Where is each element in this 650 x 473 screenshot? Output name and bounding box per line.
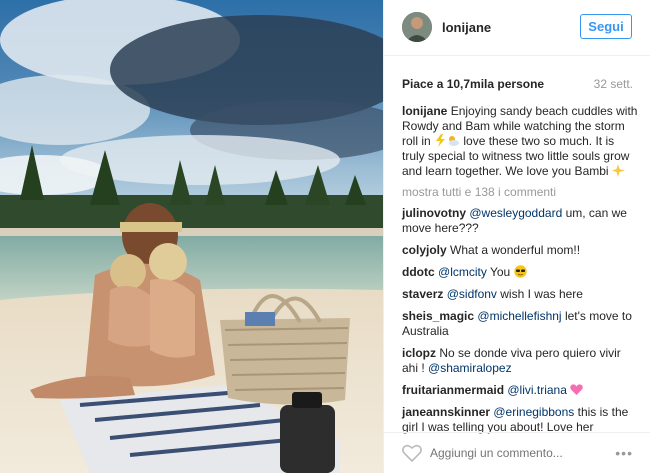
comment-user[interactable]: sheis_magic — [402, 309, 474, 323]
comment-mention[interactable]: @shamiralopez — [428, 361, 512, 375]
comment-text: You — [489, 265, 511, 279]
pink-heart-emoji-icon — [570, 384, 583, 395]
comment-item: julinovotny @wesleygoddard um, can we mo… — [402, 206, 638, 236]
sparkles-emoji-icon — [611, 164, 625, 177]
lightning-emoji-icon — [436, 134, 446, 147]
comment-item: iclopz No se donde viva pero quiero vivi… — [402, 346, 638, 376]
comment-user[interactable]: iclopz — [402, 346, 436, 360]
comment-mention[interactable]: @sidfonv — [447, 287, 497, 301]
comment-user[interactable]: julinovotny — [402, 206, 466, 220]
post-caption: lonijane Enjoying sandy beach cuddles wi… — [402, 104, 638, 179]
avatar[interactable] — [402, 12, 432, 42]
comment-user[interactable]: colyjoly — [402, 243, 447, 257]
comment-text: wish I was here — [500, 287, 583, 301]
comment-item: sheis_magic @michellefishnj let's move t… — [402, 309, 638, 339]
comment-item: ddotc @lcmcity You — [402, 265, 638, 280]
comment-mention[interactable]: @wesleygoddard — [469, 206, 562, 220]
more-options-icon[interactable]: ••• — [615, 445, 633, 461]
comment-user[interactable]: ddotc — [402, 265, 435, 279]
comment-mention[interactable]: @lcmcity — [438, 265, 487, 279]
post-timestamp[interactable]: 32 sett. — [594, 77, 633, 91]
comment-user[interactable]: janeannskinner — [402, 405, 490, 419]
sunglasses-emoji-icon — [513, 265, 527, 278]
comment-item: fruitarianmermaid @livi.triana — [402, 383, 638, 398]
post-header: lonijane Segui — [384, 0, 650, 56]
caption-author[interactable]: lonijane — [402, 104, 447, 118]
comment-input[interactable] — [430, 445, 600, 461]
username-link[interactable]: lonijane — [442, 20, 491, 35]
comment-item: janeannskinner @erinegibbons this is the… — [402, 405, 638, 435]
comment-mention[interactable]: @erinegibbons — [493, 405, 574, 419]
likes-count[interactable]: Piace a 10,7mila persone — [402, 77, 544, 91]
add-comment-bar: ••• — [384, 432, 650, 473]
comment-user[interactable]: fruitarianmermaid — [402, 383, 504, 397]
comment-text: What a wonderful mom!! — [450, 243, 581, 257]
comment-item: colyjoly What a wonderful mom!! — [402, 243, 638, 258]
post-photo[interactable] — [0, 0, 383, 473]
cloud-emoji-icon — [449, 136, 460, 146]
comment-mention[interactable]: @livi.triana — [507, 383, 567, 397]
heart-icon[interactable] — [402, 444, 422, 462]
comment-item: staverz @sidfonv wish I was here — [402, 287, 638, 302]
load-more-comments[interactable]: mostra tutti e 138 i commenti — [402, 185, 638, 200]
comment-mention[interactable]: @michellefishnj — [477, 309, 561, 323]
follow-button[interactable]: Segui — [580, 14, 632, 39]
comment-user[interactable]: staverz — [402, 287, 443, 301]
comments-section: lonijane Enjoying sandy beach cuddles wi… — [402, 104, 638, 442]
likes-row: Piace a 10,7mila persone 32 sett. — [402, 77, 633, 93]
post-detail-panel: lonijane Segui Piace a 10,7mila persone … — [383, 0, 650, 473]
